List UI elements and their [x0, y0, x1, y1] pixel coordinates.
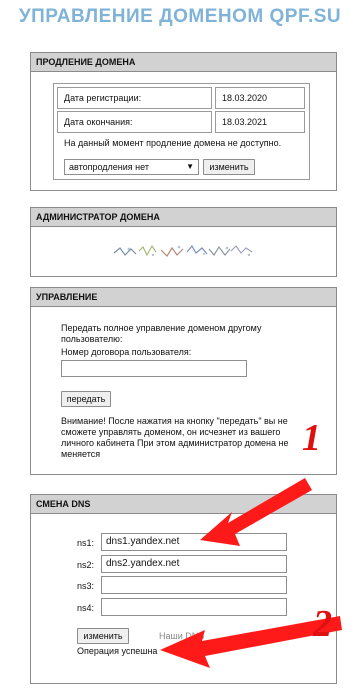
dns-header: СМЕНА DNS [31, 495, 336, 514]
dns-hint-link[interactable]: Наши DNS [159, 631, 204, 641]
dns-panel: СМЕНА DNS ns1: dns1.yandex.net ns2: dns2… [30, 494, 337, 684]
dns-change-button[interactable]: изменить [77, 628, 129, 644]
transfer-button[interactable]: передать [61, 391, 111, 407]
ns4-label: ns4: [77, 603, 95, 613]
contract-label: Номер договора пользователя: [61, 347, 192, 357]
end-date-label: Дата окончания: [57, 111, 212, 133]
ns1-label: ns1: [77, 538, 95, 548]
transfer-warning: Внимание! После нажатия на кнопку "перед… [61, 416, 289, 459]
ns1-input[interactable]: dns1.yandex.net [101, 533, 287, 551]
captcha-image [113, 244, 253, 257]
renewal-change-button[interactable]: изменить [203, 159, 255, 175]
ns4-input[interactable] [101, 598, 287, 616]
renewal-table: Дата регистрации: 18.03.2020 Дата оконча… [53, 83, 310, 180]
ns2-label: ns2: [77, 560, 95, 570]
reg-date-value: 18.03.2020 [215, 87, 305, 109]
management-panel: УПРАВЛЕНИЕ Передать полное управление до… [30, 287, 337, 475]
page-title: УПРАВЛЕНИЕ ДОМЕНОМ QPF.SU [18, 6, 342, 27]
transfer-text: Передать полное управление доменом друго… [61, 323, 262, 344]
renewal-header: ПРОДЛЕНИЕ ДОМЕНА [31, 53, 336, 72]
ns3-label: ns3: [77, 581, 95, 591]
chevron-down-icon: ▼ [186, 162, 194, 171]
annotation-number-2: 2 [313, 603, 332, 645]
management-header: УПРАВЛЕНИЕ [31, 288, 336, 307]
annotation-number-1: 1 [302, 417, 321, 459]
renewal-panel: ПРОДЛЕНИЕ ДОМЕНА Дата регистрации: 18.03… [30, 52, 337, 191]
contract-number-input[interactable] [61, 360, 247, 377]
autorenew-select-value: автопродления нет [69, 162, 149, 172]
admin-captcha-image [109, 235, 259, 265]
dns-status: Операция успешна [77, 646, 158, 656]
admin-panel: АДМИНИСТРАТОР ДОМЕНА [30, 207, 337, 277]
reg-date-label: Дата регистрации: [57, 87, 212, 109]
renewal-notice: На данный момент продление домена не дос… [64, 138, 282, 148]
admin-header: АДМИНИСТРАТОР ДОМЕНА [31, 208, 336, 227]
end-date-value: 18.03.2021 [215, 111, 305, 133]
ns3-input[interactable] [101, 576, 287, 594]
autorenew-select[interactable]: автопродления нет ▼ [64, 159, 199, 175]
ns2-input[interactable]: dns2.yandex.net [101, 555, 287, 573]
